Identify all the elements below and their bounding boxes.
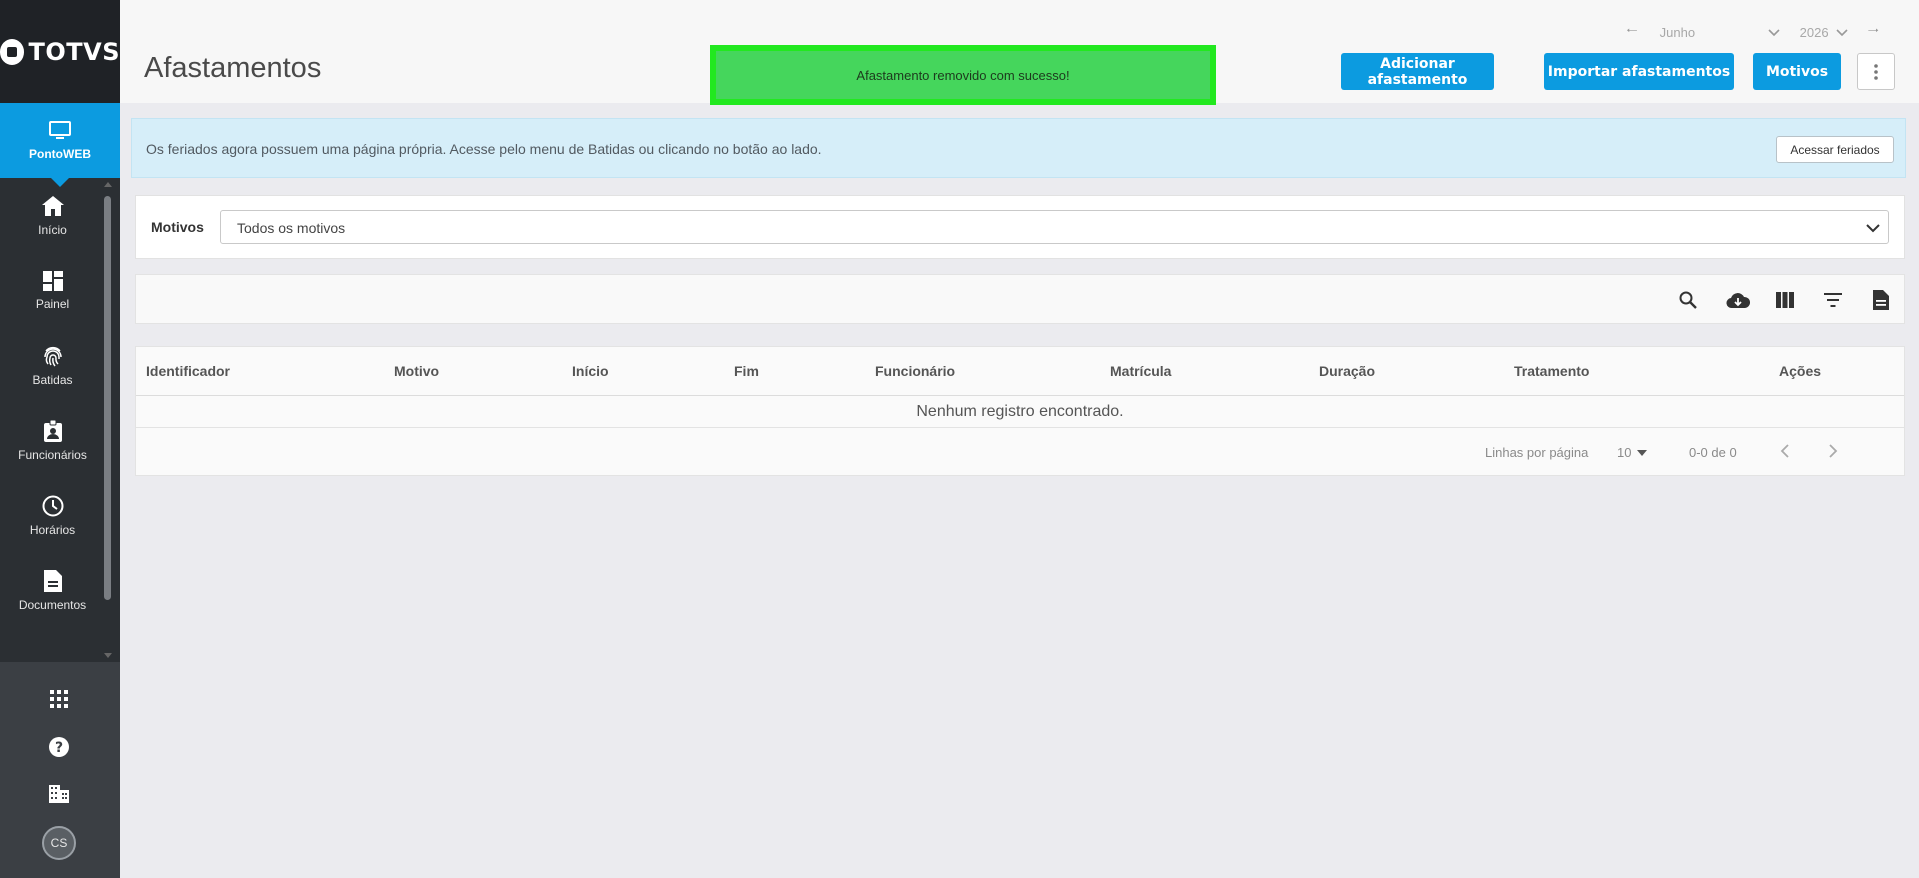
sidebar-item-label: Funcionários: [18, 447, 87, 462]
table-header: Identificador Motivo Início Fim Funcioná…: [136, 347, 1904, 396]
product-label: PontoWEB: [29, 146, 91, 161]
dashboard-icon: [42, 270, 63, 291]
rows-per-page-label: Linhas por página: [1485, 445, 1589, 460]
empty-state-message: Nenhum registro encontrado.: [136, 396, 1904, 428]
filter-label: Motivos: [151, 219, 204, 235]
banner-text: Os feriados agora possuem uma página pró…: [146, 141, 822, 157]
previous-page-icon[interactable]: [1780, 443, 1790, 462]
column-header-duracao[interactable]: Duração: [1319, 363, 1375, 379]
monitor-icon: [49, 120, 71, 139]
brand-name: TOTVS: [28, 37, 120, 66]
avatar[interactable]: CS: [42, 826, 76, 860]
import-absences-button[interactable]: Importar afastamentos: [1544, 53, 1734, 90]
column-header-fim[interactable]: Fim: [734, 363, 759, 379]
month-select[interactable]: Junho: [1660, 25, 1760, 40]
chevron-down-icon[interactable]: [1836, 25, 1848, 40]
reasons-button[interactable]: Motivos: [1753, 53, 1841, 90]
fingerprint-icon: [43, 346, 62, 366]
building-icon[interactable]: [49, 784, 69, 804]
chevron-down-icon: [1866, 220, 1880, 238]
column-header-tratamento[interactable]: Tratamento: [1514, 363, 1589, 379]
totvs-logo[interactable]: TOTVS: [0, 0, 120, 103]
scroll-thumb[interactable]: [104, 196, 111, 600]
sidebar-item-label: Documentos: [18, 597, 87, 612]
filter-icon[interactable]: [1823, 290, 1843, 310]
pagination-range: 0-0 de 0: [1689, 445, 1737, 460]
next-period-icon[interactable]: 🠂: [1868, 20, 1879, 44]
scroll-up-arrow[interactable]: [104, 182, 112, 187]
year-select[interactable]: 2026: [1800, 25, 1836, 40]
sidebar: TOTVS PontoWEB Início Painel Batidas Fun…: [0, 0, 120, 878]
reasons-filter: Motivos Todos os motivos: [135, 195, 1905, 259]
next-page-icon[interactable]: [1828, 443, 1838, 462]
home-icon: [41, 195, 64, 216]
help-icon[interactable]: ?: [49, 737, 69, 757]
info-banner: Os feriados agora possuem uma página pró…: [131, 118, 1906, 178]
column-header-acoes: Ações: [1779, 363, 1822, 379]
totvs-logo-icon: [0, 38, 25, 65]
sidebar-footer: ? CS: [0, 662, 120, 878]
previous-period-icon[interactable]: 🠀: [1626, 20, 1637, 44]
rows-per-page-select[interactable]: 10: [1617, 445, 1648, 460]
period-selector: 🠀 Junho 2026 🠂: [1626, 20, 1879, 44]
success-toast: Afastamento removido com sucesso!: [710, 45, 1216, 105]
access-holidays-button[interactable]: Acessar feriados: [1776, 136, 1894, 163]
apps-grid-icon[interactable]: [49, 689, 69, 709]
sidebar-item-batidas[interactable]: Batidas: [0, 328, 105, 403]
table-pagination: Linhas por página 10 0-0 de 0: [136, 429, 1904, 476]
rows-per-page-value: 10: [1617, 445, 1632, 460]
sidebar-item-label: Início: [38, 222, 67, 237]
sidebar-item-funcionarios[interactable]: Funcionários: [0, 403, 105, 478]
more-options-button[interactable]: [1857, 53, 1895, 90]
column-header-matricula[interactable]: Matrícula: [1110, 363, 1171, 379]
column-header-funcionario[interactable]: Funcionário: [875, 363, 955, 379]
caret-down-icon: [1637, 449, 1648, 456]
sidebar-item-label: Painel: [35, 296, 70, 311]
column-header-inicio[interactable]: Início: [572, 363, 609, 379]
add-absence-button[interactable]: Adicionar afastamento: [1341, 53, 1494, 90]
absences-table: Identificador Motivo Início Fim Funcioná…: [135, 346, 1905, 476]
sidebar-item-label: Batidas: [32, 372, 73, 387]
table-toolbar: [135, 274, 1905, 324]
search-icon[interactable]: [1678, 290, 1698, 310]
columns-icon[interactable]: [1775, 290, 1795, 310]
column-header-motivo[interactable]: Motivo: [394, 363, 439, 379]
select-value: Todos os motivos: [237, 220, 346, 236]
more-vertical-icon: [1874, 63, 1878, 80]
sidebar-item-documentos[interactable]: Documentos: [0, 553, 105, 628]
column-header-identificador[interactable]: Identificador: [146, 363, 230, 379]
svg-text:?: ?: [55, 740, 63, 756]
reasons-select[interactable]: Todos os motivos: [220, 210, 1889, 244]
sidebar-scrollbar[interactable]: [104, 182, 112, 658]
sidebar-item-horarios[interactable]: Horários: [0, 478, 105, 553]
badge-icon: [43, 419, 62, 442]
clock-icon: [42, 495, 63, 516]
scroll-down-arrow[interactable]: [104, 653, 112, 658]
sidebar-item-inicio[interactable]: Início: [0, 178, 105, 253]
sidebar-item-label: Horários: [29, 522, 76, 537]
document-icon: [43, 569, 62, 592]
page-header: Afastamentos 🠀 Junho 2026 🠂 Afastamento …: [120, 0, 1919, 105]
page-title: Afastamentos: [144, 52, 322, 84]
sidebar-item-painel[interactable]: Painel: [0, 253, 105, 328]
cloud-download-icon[interactable]: [1726, 290, 1750, 310]
product-pontoweb[interactable]: PontoWEB: [0, 103, 120, 187]
document-icon[interactable]: [1871, 290, 1891, 310]
sidebar-nav: Início Painel Batidas Funcionários Horár…: [0, 178, 105, 662]
chevron-down-icon[interactable]: [1768, 25, 1780, 40]
